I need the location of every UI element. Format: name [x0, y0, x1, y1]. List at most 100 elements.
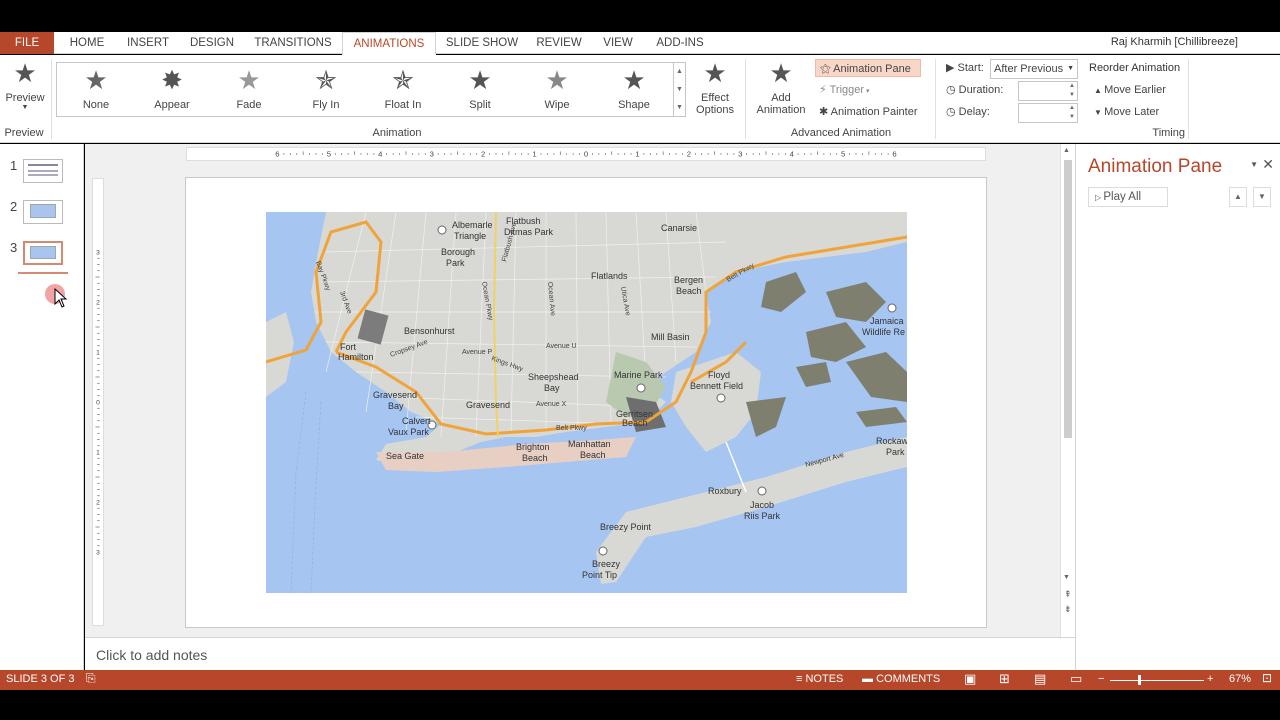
- play-icon: ▶: [946, 62, 958, 74]
- star-icon: ✯: [315, 65, 337, 95]
- map-label: Breezy: [592, 559, 621, 569]
- animation-none[interactable]: ★ None: [61, 67, 131, 111]
- spell-check-icon[interactable]: ⎘: [86, 671, 96, 686]
- notes-toggle[interactable]: ≡ NOTES: [796, 673, 843, 685]
- comments-toggle[interactable]: ▬ COMMENTS: [862, 673, 940, 685]
- ruler-label: 2: [96, 300, 100, 307]
- map-label: Triangle: [454, 231, 486, 241]
- play-all-button[interactable]: ▷ Play All: [1088, 187, 1168, 207]
- move-earlier-button[interactable]: ▲ Move Earlier: [1090, 81, 1166, 99]
- tab-animations[interactable]: ANIMATIONS: [342, 32, 436, 55]
- normal-view-icon[interactable]: ▣: [964, 671, 976, 687]
- scroll-down-arrow[interactable]: ▼: [1063, 574, 1070, 581]
- zoom-slider-thumb[interactable]: [1138, 675, 1141, 685]
- ruler-label: 1: [635, 150, 639, 159]
- start-select[interactable]: After Previous ▼: [990, 59, 1078, 79]
- gallery-scroll-down[interactable]: ▼: [673, 81, 685, 99]
- tab-slide-show[interactable]: SLIDE SHOW: [442, 32, 522, 54]
- move-later-button[interactable]: ▼ Move Later: [1090, 103, 1159, 121]
- chevron-down-icon: ▼: [21, 104, 29, 111]
- pane-options-icon[interactable]: ▼: [1250, 160, 1258, 169]
- effect-options-button[interactable]: ★ Effect Options: [690, 60, 740, 116]
- map-label: Riis Park: [744, 511, 781, 521]
- tab-view[interactable]: VIEW: [596, 32, 640, 54]
- slide-sorter-icon[interactable]: ⊞: [999, 671, 1010, 687]
- fit-slide-icon[interactable]: ⊡: [1262, 671, 1272, 685]
- map-label: Park: [886, 447, 905, 457]
- animation-painter-button[interactable]: ✱ Animation Painter: [815, 103, 930, 121]
- insertion-line: [18, 272, 68, 274]
- animation-shape[interactable]: ★ Shape: [599, 67, 669, 111]
- map-label: Beach: [622, 418, 648, 428]
- comment-icon: ▬: [862, 673, 877, 685]
- zoom-level[interactable]: 67%: [1229, 673, 1251, 685]
- duration-spinner[interactable]: ▲ ▼: [1067, 82, 1077, 100]
- ruler-label: 1: [96, 450, 100, 457]
- animation-fly-in[interactable]: ✯ Fly In: [291, 67, 361, 111]
- star-icon: ★: [84, 65, 108, 95]
- notes-pane[interactable]: Click to add notes: [85, 637, 1075, 670]
- gallery-scroll-up[interactable]: ▲: [673, 63, 685, 81]
- close-icon[interactable]: ✕: [1262, 156, 1274, 173]
- tab-transitions[interactable]: TRANSITIONS: [250, 32, 336, 54]
- scroll-thumb[interactable]: [1064, 160, 1072, 438]
- tab-insert[interactable]: INSERT: [122, 32, 174, 54]
- gallery-more[interactable]: ▼: [673, 99, 685, 117]
- reading-view-icon[interactable]: ▤: [1034, 671, 1046, 687]
- animation-wipe[interactable]: ★ Wipe: [522, 67, 592, 111]
- slide-editing-area: 6543210123456 3210123 Albemarle Triangle…: [85, 144, 1075, 637]
- ruler-label: 3: [738, 150, 742, 159]
- map-label: Brighton: [516, 442, 550, 452]
- tab-home[interactable]: HOME: [62, 32, 112, 54]
- map-label: Beach: [522, 453, 548, 463]
- map-image[interactable]: Albemarle Triangle Flatbush Ditmas Park …: [266, 212, 907, 593]
- delay-spinner[interactable]: ▲ ▼: [1067, 104, 1077, 122]
- start-label: ▶ Start:: [946, 62, 984, 74]
- map-label: Fort: [340, 342, 357, 352]
- move-down-button[interactable]: ▼: [1253, 187, 1271, 207]
- previous-slide-icon[interactable]: ⇞: [1064, 589, 1072, 600]
- slide-thumbnail-2[interactable]: [23, 200, 63, 224]
- trigger-button[interactable]: ⚡ Trigger ▾: [815, 81, 915, 99]
- vertical-scrollbar[interactable]: ▲ ▼ ⇞ ⇟: [1060, 144, 1075, 637]
- map-label: Flatlands: [591, 271, 628, 281]
- ruler-label: 4: [790, 150, 795, 159]
- map-label: Bay: [544, 383, 560, 393]
- ruler-label: 5: [841, 150, 845, 159]
- animation-fade[interactable]: ★ Fade: [214, 67, 284, 111]
- tab-design[interactable]: DESIGN: [184, 32, 240, 54]
- animation-pane-button[interactable]: ⚝ Animation Pane: [815, 59, 921, 77]
- separator: [51, 59, 52, 139]
- tab-add-ins[interactable]: ADD-INS: [650, 32, 710, 54]
- notes-placeholder: Click to add notes: [96, 647, 208, 663]
- slide-thumbnail-1[interactable]: [23, 159, 63, 183]
- delay-field[interactable]: ▲ ▼: [1018, 103, 1078, 123]
- animation-appear[interactable]: ✸ Appear: [137, 67, 207, 111]
- map-label: Bennett Field: [690, 381, 743, 391]
- add-animation-button[interactable]: ★ Add Animation: [750, 60, 812, 116]
- ruler-label: 6: [275, 150, 279, 159]
- user-name[interactable]: Raj Kharmih [Chillibreeze]: [1111, 36, 1238, 48]
- triangle-down-icon: ▼: [1094, 108, 1105, 117]
- preview-button[interactable]: ★ Preview ▼: [3, 60, 47, 111]
- ruler-label: 4: [378, 150, 383, 159]
- road-label: Avenue P: [462, 349, 493, 356]
- tab-review[interactable]: REVIEW: [532, 32, 586, 54]
- zoom-slider-track[interactable]: [1110, 680, 1204, 681]
- zoom-in-button[interactable]: +: [1207, 673, 1213, 685]
- horizontal-ruler: 6 5 4 3 2 1 0 1 2 3 4 5 6: [186, 147, 986, 161]
- animation-split[interactable]: ★ Split: [445, 67, 515, 111]
- animation-float-in[interactable]: ✯ Float In: [368, 67, 438, 111]
- slide-canvas[interactable]: Albemarle Triangle Flatbush Ditmas Park …: [185, 177, 987, 628]
- add-star-icon: ★: [769, 58, 793, 88]
- zoom-out-button[interactable]: −: [1098, 673, 1104, 685]
- scroll-up-arrow[interactable]: ▲: [1063, 147, 1070, 154]
- next-slide-icon[interactable]: ⇟: [1064, 604, 1072, 615]
- star-icon: ★: [468, 65, 492, 95]
- move-up-button[interactable]: ▲: [1229, 187, 1247, 207]
- triangle-up-icon: ▲: [1094, 86, 1105, 95]
- duration-field[interactable]: ▲ ▼: [1018, 81, 1078, 101]
- slide-thumbnail-3[interactable]: [23, 241, 63, 265]
- slide-show-icon[interactable]: ▭: [1070, 671, 1082, 687]
- tab-file[interactable]: FILE: [0, 32, 54, 54]
